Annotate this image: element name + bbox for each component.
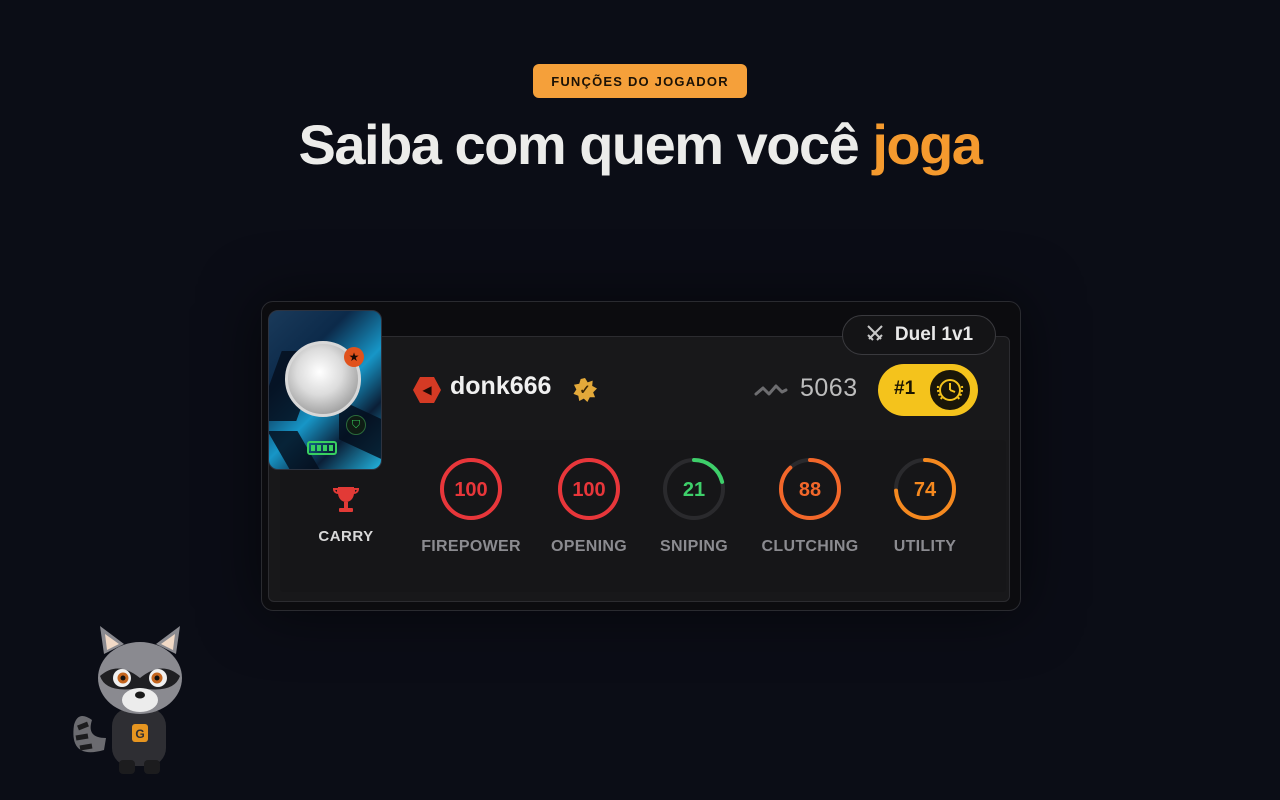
- firepower-gauge: 100: [440, 458, 502, 520]
- utility-gauge: 74: [894, 458, 956, 520]
- stat-opening: 100 OPENING: [529, 456, 649, 556]
- sniping-gauge: 21: [663, 458, 725, 520]
- firepower-value: 100: [454, 479, 487, 501]
- title-accent: joga: [872, 113, 983, 176]
- page-title: Saiba com quem você joga: [0, 112, 1280, 177]
- svg-text:G: G: [135, 727, 144, 741]
- clutching-label: CLUTCHING: [761, 538, 859, 555]
- username[interactable]: donk666: [450, 372, 551, 401]
- stat-utility: 74 UTILITY: [865, 456, 985, 556]
- elo-value: 5063: [800, 374, 858, 402]
- title-main: Saiba com quem você: [298, 113, 860, 176]
- stat-sniping: 21 SNIPING: [634, 456, 754, 556]
- rank-position: #1: [894, 378, 916, 399]
- star-badge-icon: ★: [344, 347, 364, 367]
- duel-mode-badge[interactable]: Duel 1v1: [842, 315, 996, 355]
- trophy-icon: [331, 484, 361, 516]
- stat-firepower: 100 FIREPOWER: [411, 456, 531, 556]
- duel-mode-label: Duel 1v1: [894, 324, 974, 345]
- utility-value: 74: [914, 479, 937, 501]
- role-label: CARRY: [318, 528, 374, 545]
- firepower-label: FIREPOWER: [421, 538, 521, 555]
- elo-trend-icon: [754, 380, 788, 400]
- clutching-gauge: 88: [779, 458, 841, 520]
- battery-icon: [307, 441, 337, 455]
- sniping-value: 21: [683, 479, 705, 501]
- laurel-clock-icon: [928, 368, 972, 412]
- raccoon-mascot-image: G: [73, 626, 182, 774]
- clutching-value: 88: [799, 479, 821, 501]
- sniping-label: SNIPING: [660, 538, 728, 555]
- player-avatar-card[interactable]: ★ ⛉: [268, 310, 382, 470]
- opening-label: OPENING: [551, 538, 627, 555]
- opening-gauge: 100: [558, 458, 620, 520]
- opening-value: 100: [572, 479, 605, 501]
- crossed-swords-icon: [865, 323, 885, 348]
- utility-label: UTILITY: [893, 538, 957, 555]
- rank-badge[interactable]: #1: [878, 364, 978, 416]
- stat-clutching: 88 CLUTCHING: [750, 456, 870, 556]
- shield-icon: ⛉: [346, 415, 366, 435]
- section-badge: FUNÇÕES DO JOGADOR: [533, 64, 747, 98]
